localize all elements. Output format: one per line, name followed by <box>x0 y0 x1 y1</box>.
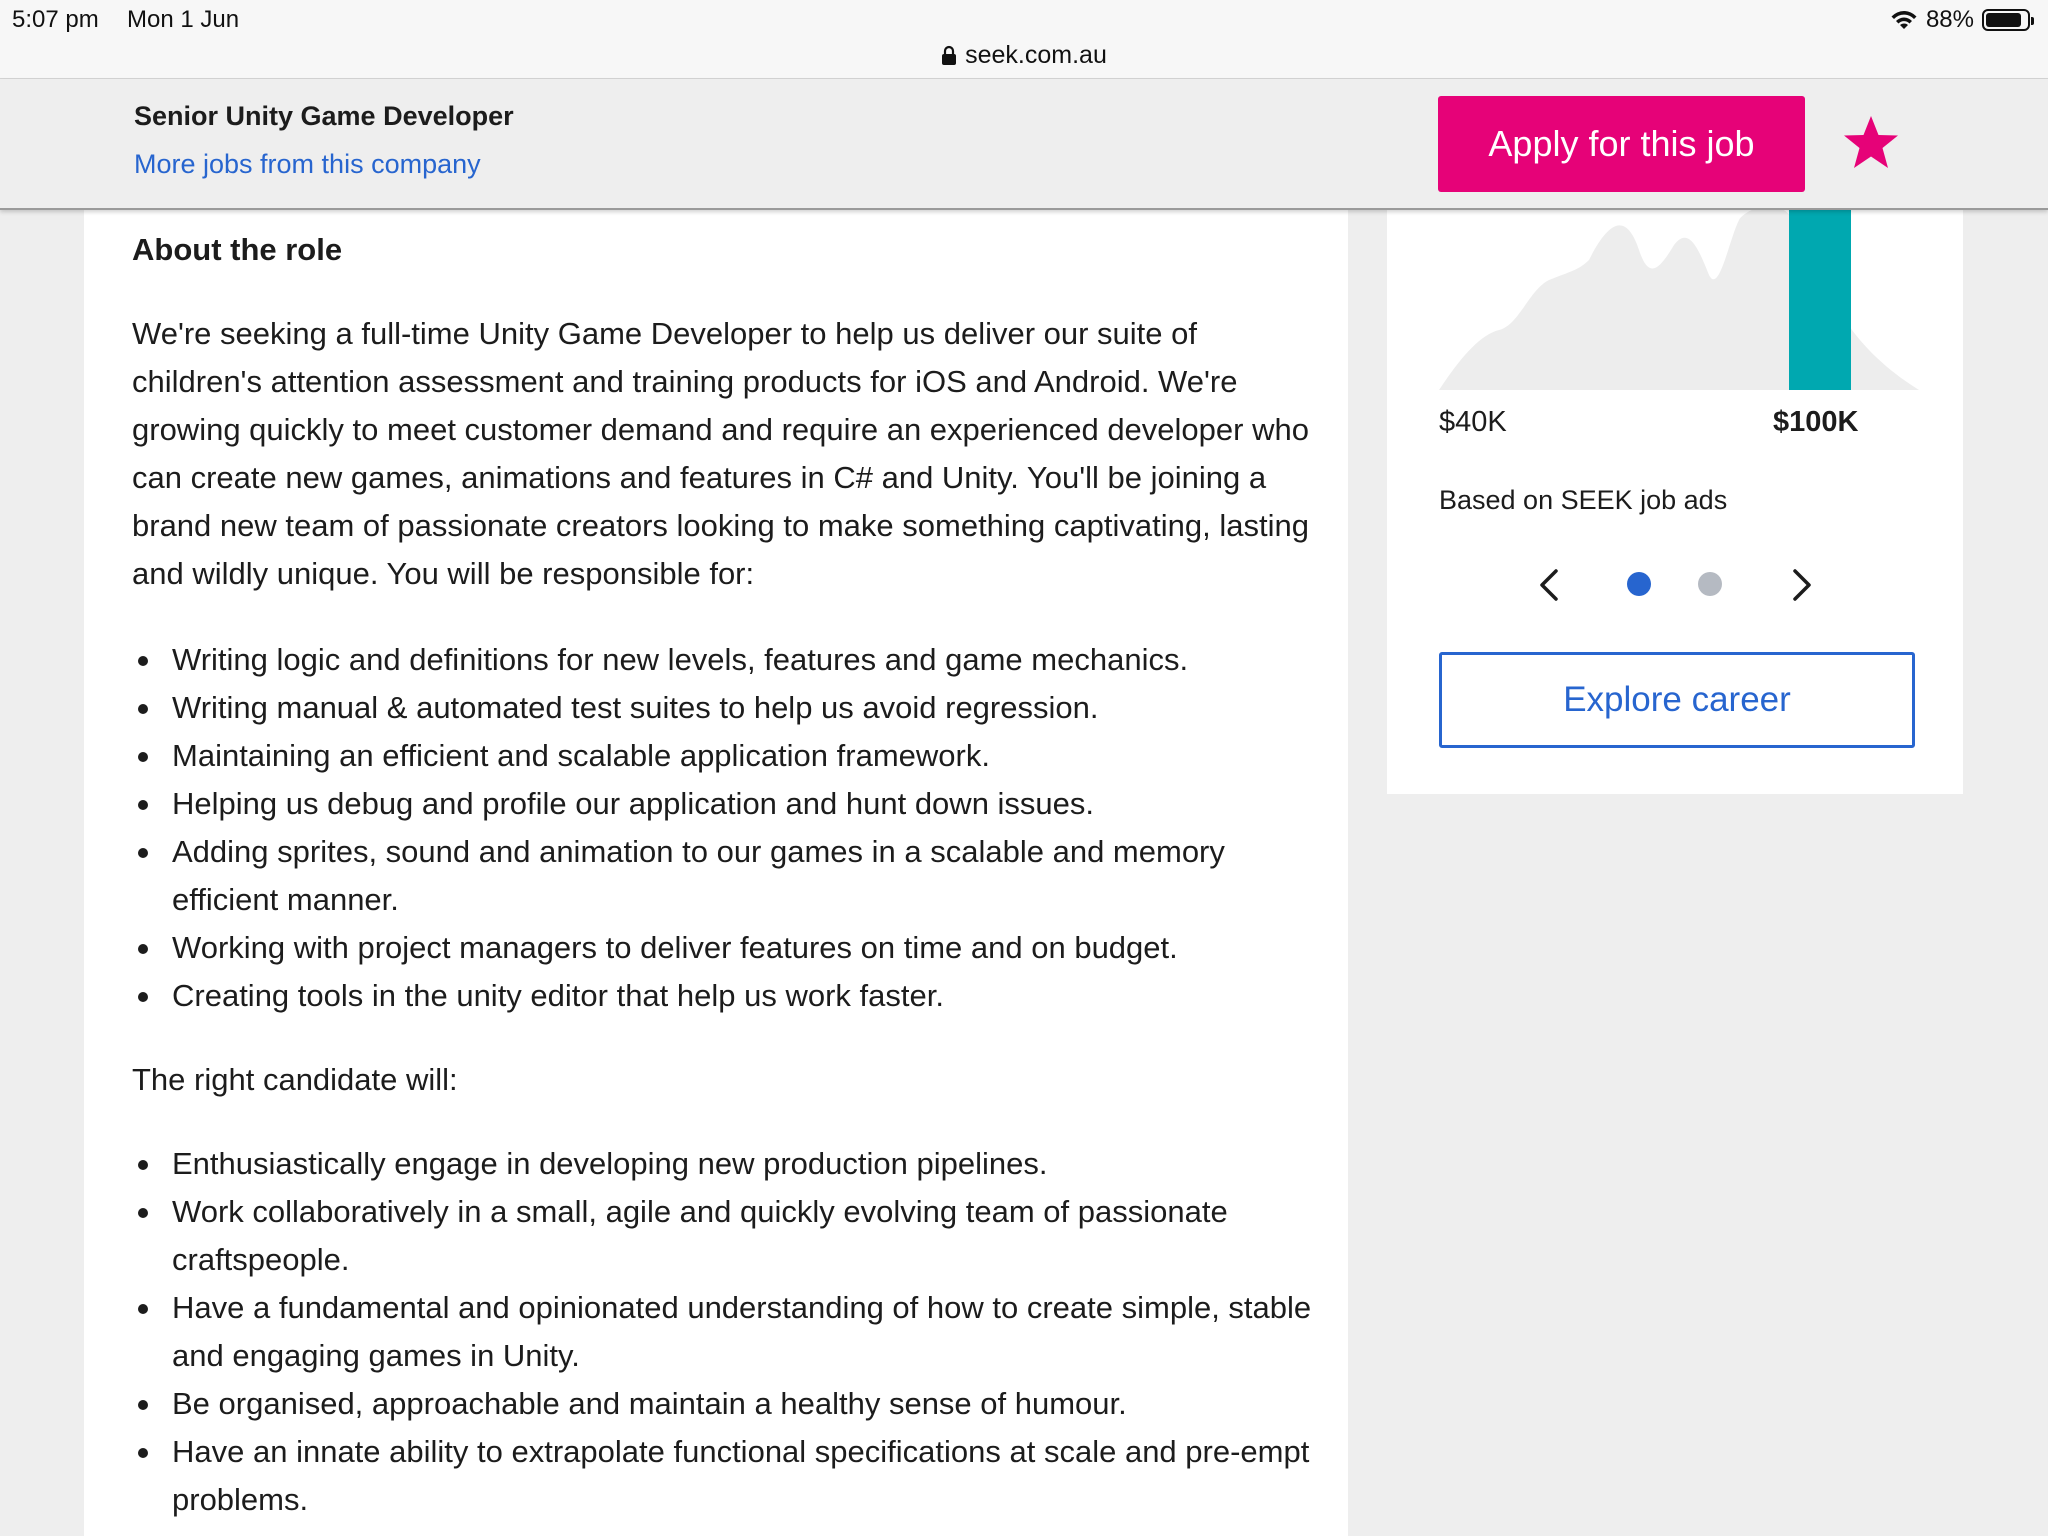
list-item: Writing logic and definitions for new le… <box>132 636 1312 684</box>
job-description-card: About the role We're seeking a full-time… <box>84 210 1348 1536</box>
list-item: Maintaining an efficient and scalable ap… <box>132 732 1312 780</box>
list-item: Writing manual & automated test suites t… <box>132 684 1312 732</box>
list-item: Work collaboratively in a small, agile a… <box>132 1188 1312 1284</box>
more-jobs-link[interactable]: More jobs from this company <box>134 149 481 180</box>
battery-percentage: 88% <box>1925 6 1974 33</box>
lock-icon <box>942 45 957 65</box>
status-time: 5:07 pm <box>12 6 99 33</box>
carousel-dot-active[interactable] <box>1627 572 1651 596</box>
list-item: Creating tools in the unity editor that … <box>132 972 1312 1020</box>
chevron-left-icon[interactable] <box>1534 565 1564 605</box>
save-job-star-icon[interactable] <box>1840 113 1902 175</box>
salary-low-label: $40K <box>1439 406 1507 438</box>
salary-insights-card: $40K $100K Based on SEEK job ads Explore… <box>1387 210 1963 794</box>
job-title: Senior Unity Game Developer <box>134 101 514 131</box>
salary-source-note: Based on SEEK job ads <box>1439 485 1728 515</box>
job-header-bar: Senior Unity Game Developer More jobs fr… <box>0 79 2048 210</box>
browser-status-bar: 5:07 pm Mon 1 Jun 88% seek.com.au <box>0 0 2048 79</box>
apply-button[interactable]: Apply for this job <box>1438 96 1805 192</box>
salary-high-label: $100K <box>1773 406 1859 438</box>
status-date: Mon 1 Jun <box>127 6 240 33</box>
candidate-list: Enthusiastically engage in developing ne… <box>132 1140 1312 1524</box>
status-indicators: 88% <box>1890 5 2034 35</box>
explore-career-button[interactable]: Explore career <box>1439 652 1915 748</box>
url-text: seek.com.au <box>965 40 1107 69</box>
salary-highlight-bar <box>1789 210 1851 390</box>
list-item: Helping us debug and profile our applica… <box>132 780 1312 828</box>
list-item: Adding sprites, sound and animation to o… <box>132 828 1312 924</box>
intro-paragraph: We're seeking a full-time Unity Game Dev… <box>132 316 1309 591</box>
list-item: Have a fundamental and opinionated under… <box>132 1284 1312 1380</box>
list-item: Have an innate ability to extrapolate fu… <box>132 1428 1312 1524</box>
carousel-dot-inactive[interactable] <box>1698 572 1722 596</box>
chevron-right-icon[interactable] <box>1787 565 1817 605</box>
list-item: Be organised, approachable and maintain … <box>132 1380 1312 1428</box>
battery-fill <box>1986 13 2021 27</box>
wifi-icon <box>1891 11 1917 29</box>
list-item: Working with project managers to deliver… <box>132 924 1312 972</box>
salary-distribution-chart <box>1439 210 1919 390</box>
address-bar[interactable]: seek.com.au <box>0 38 2048 72</box>
candidate-intro: The right candidate will: <box>132 1062 458 1097</box>
responsibilities-list: Writing logic and definitions for new le… <box>132 636 1312 1020</box>
section-title: About the role <box>132 232 343 267</box>
battery-icon <box>1982 9 2034 31</box>
list-item: Enthusiastically engage in developing ne… <box>132 1140 1312 1188</box>
